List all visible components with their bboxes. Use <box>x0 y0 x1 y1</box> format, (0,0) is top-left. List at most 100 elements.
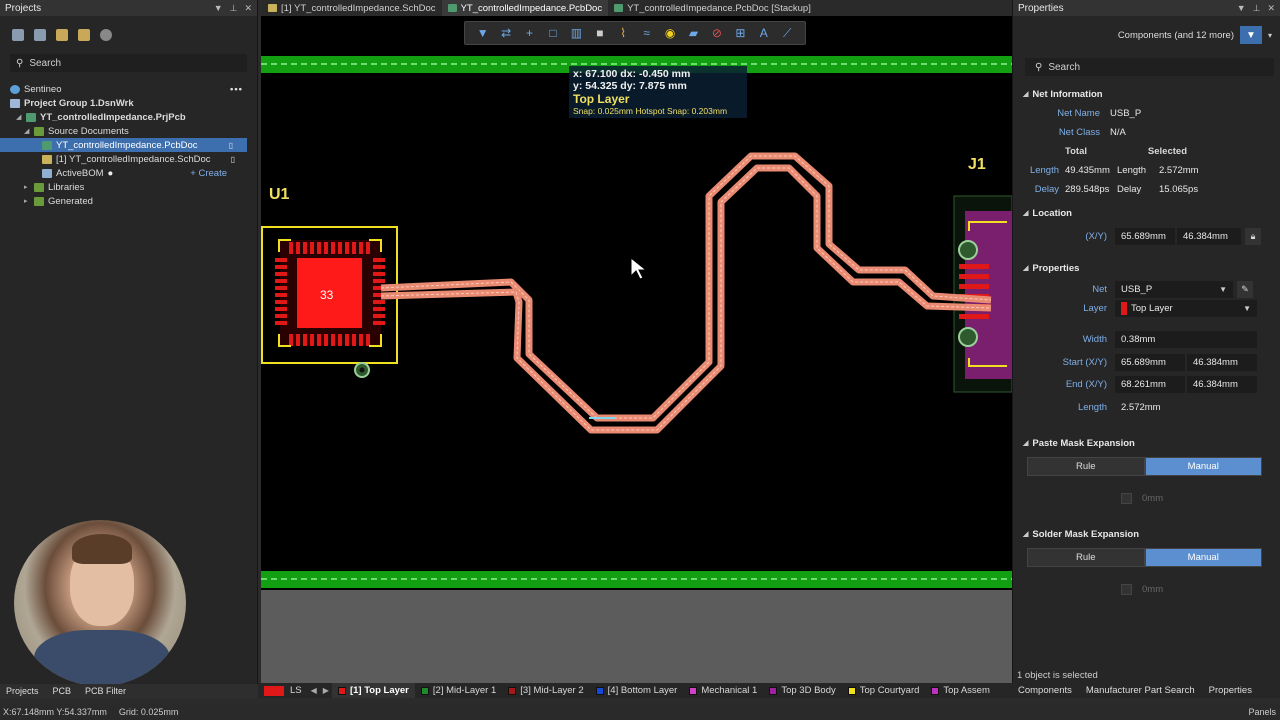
tab-pcb-filter[interactable]: PCB Filter <box>85 686 126 696</box>
net-dropdown[interactable]: USB_P ▼ <box>1115 281 1233 298</box>
layer-set-button[interactable]: LS <box>284 683 308 698</box>
tree-item-schdoc[interactable]: [1] YT_controlledImpedance.SchDoc ▯ <box>0 152 257 166</box>
layer-tab-mechanical1[interactable]: Mechanical 1 <box>683 683 763 698</box>
solder-mask-rule-button[interactable]: Rule <box>1027 548 1145 567</box>
save-all-icon[interactable] <box>34 29 46 41</box>
layer-tab-mid2[interactable]: [3] Mid-Layer 2 <box>502 683 589 698</box>
layer-tab-bottom[interactable]: [4] Bottom Layer <box>590 683 684 698</box>
close-icon[interactable]: ✕ <box>1267 3 1275 14</box>
location-xy-row: (X/Y) 65.689mm 46.384mm 🔒︎ <box>1013 227 1280 246</box>
layer-tab-top[interactable]: [1] Top Layer <box>331 683 415 698</box>
line-icon[interactable]: ⟋ <box>779 26 795 41</box>
section-location[interactable]: ◢ Location <box>1013 205 1280 221</box>
tree-item-libraries[interactable]: ▸ Libraries <box>0 180 257 194</box>
diff-pair-icon[interactable]: ≈ <box>639 26 655 40</box>
tree-item-activebom[interactable]: ActiveBOM ● + Create <box>0 166 257 180</box>
filter-icon[interactable]: ▼ <box>475 26 491 40</box>
mouse-cursor-icon <box>630 256 648 280</box>
location-y-input[interactable]: 46.384mm <box>1177 228 1241 245</box>
panel-menu-icon[interactable]: ▼ <box>1237 3 1246 14</box>
interactive-routing-icon[interactable]: ⌇ <box>615 26 631 40</box>
keepout-icon[interactable]: ⊘ <box>709 26 725 40</box>
crosshair-icon[interactable]: + <box>522 26 538 40</box>
route-icon[interactable]: ⇄ <box>498 26 514 40</box>
close-icon[interactable]: ✕ <box>244 3 252 14</box>
collapse-arrow-icon[interactable]: ▸ <box>24 183 32 191</box>
filter-button[interactable]: ▼ <box>1239 26 1262 44</box>
paste-mask-value[interactable]: 0mm <box>1142 493 1163 504</box>
select-rect-icon[interactable]: □ <box>545 26 561 40</box>
collapse-arrow-icon[interactable]: ▸ <box>24 197 32 205</box>
open-folder-icon[interactable] <box>56 29 68 41</box>
tree-item-label: Libraries <box>48 181 85 193</box>
start-x-input[interactable]: 65.689mm <box>1115 354 1185 371</box>
tab-pcb[interactable]: PCB <box>53 686 72 696</box>
tab-components[interactable]: Components <box>1018 685 1072 696</box>
create-link[interactable]: + Create <box>190 168 227 179</box>
tree-item-generated[interactable]: ▸ Generated <box>0 194 257 208</box>
pin-icon[interactable]: ⊥ <box>230 3 238 14</box>
solder-mask-value[interactable]: 0mm <box>1142 584 1163 595</box>
net-name-value: USB_P <box>1110 108 1142 119</box>
tree-item-project-group[interactable]: Project Group 1.DsnWrk <box>0 96 257 110</box>
layer-dropdown[interactable]: Top Layer ▼ <box>1115 300 1257 317</box>
filter-dropdown-icon[interactable]: ▾ <box>1268 31 1272 40</box>
tree-item-source-documents[interactable]: ◢ Source Documents <box>0 124 257 138</box>
expand-arrow-icon[interactable]: ◢ <box>24 127 32 135</box>
section-net-information[interactable]: ◢ Net Information <box>1013 86 1280 102</box>
tree-item-pcb-project[interactable]: ◢ YT_controlledImpedance.PrjPcb <box>0 110 257 124</box>
layer-prev-icon[interactable]: ◀ <box>308 686 320 695</box>
solder-mask-value-row: 0mm <box>1013 579 1280 599</box>
paste-mask-rule-button[interactable]: Rule <box>1027 457 1145 476</box>
section-title: Net Information <box>1032 88 1103 100</box>
more-options-icon[interactable]: ••• <box>230 84 243 95</box>
end-y-input[interactable]: 46.384mm <box>1187 376 1257 393</box>
section-paste-mask[interactable]: ◢ Paste Mask Expansion <box>1013 435 1280 451</box>
via-place-icon[interactable]: ◉ <box>662 26 678 40</box>
pcb-canvas[interactable]: U1 J1 33 ▼ ⇄ + □ ▥ ■ ⌇ ≈ ◉ ▰ ⊘ ⊞ A ⟋ x: … <box>261 16 1012 683</box>
dimension-icon[interactable]: ⊞ <box>732 26 748 40</box>
solder-mask-manual-button[interactable]: Manual <box>1144 548 1262 567</box>
width-input[interactable]: 0.38mm <box>1115 331 1257 348</box>
section-properties[interactable]: ◢ Properties <box>1013 260 1280 276</box>
bom-icon <box>42 168 52 178</box>
start-y-input[interactable]: 46.384mm <box>1187 354 1257 371</box>
designator-j1: J1 <box>968 156 986 173</box>
tab-stackup[interactable]: YT_controlledImpedance.PcbDoc [Stackup] <box>608 0 817 16</box>
layer-swatch <box>689 686 698 695</box>
layer-tab-mid1[interactable]: [2] Mid-Layer 1 <box>415 683 502 698</box>
pin-icon[interactable]: ⊥ <box>1253 3 1261 14</box>
paste-mask-manual-button[interactable]: Manual <box>1144 457 1262 476</box>
folder-settings-icon[interactable] <box>78 29 90 41</box>
location-x-input[interactable]: 65.689mm <box>1115 228 1175 245</box>
layer-tab-courtyard[interactable]: Top Courtyard <box>842 683 926 698</box>
layer-tab-assembly[interactable]: Top Assem <box>925 683 995 698</box>
tab-pcbdoc[interactable]: YT_controlledImpedance.PcbDoc <box>441 0 609 16</box>
layer-next-icon[interactable]: ▶ <box>320 686 332 695</box>
edit-pencil-icon[interactable]: ✎ <box>1237 281 1253 298</box>
paste-mask-checkbox[interactable] <box>1121 492 1132 504</box>
gear-icon[interactable] <box>100 29 112 41</box>
tree-item-sentineo[interactable]: Sentineo ••• <box>0 82 257 96</box>
polygon-icon[interactable]: ▰ <box>686 26 702 40</box>
panels-button[interactable]: Panels <box>1248 707 1280 717</box>
tab-manufacturer-part-search[interactable]: Manufacturer Part Search <box>1086 685 1195 696</box>
lock-icon[interactable]: 🔒︎ <box>1245 228 1261 245</box>
text-icon[interactable]: A <box>756 26 772 40</box>
projects-search-input[interactable]: ⚲ Search <box>10 54 247 72</box>
layer-tab-top3d[interactable]: Top 3D Body <box>763 683 841 698</box>
component-icon[interactable]: ■ <box>592 26 608 40</box>
tree-item-pcbdoc[interactable]: YT_controlledImpedance.PcbDoc ▯ <box>0 138 247 152</box>
layer-tab-label: [1] Top Layer <box>349 685 409 696</box>
end-x-input[interactable]: 68.261mm <box>1115 376 1185 393</box>
properties-search-input[interactable]: ⚲ Search <box>1025 58 1274 76</box>
save-icon[interactable] <box>12 29 24 41</box>
section-solder-mask[interactable]: ◢ Solder Mask Expansion <box>1013 526 1280 542</box>
align-icon[interactable]: ▥ <box>568 26 584 40</box>
solder-mask-checkbox[interactable] <box>1121 583 1132 595</box>
panel-menu-icon[interactable]: ▼ <box>214 3 223 14</box>
tab-properties[interactable]: Properties <box>1209 685 1252 696</box>
tab-schdoc[interactable]: [1] YT_controlledImpedance.SchDoc <box>262 0 442 16</box>
expand-arrow-icon[interactable]: ◢ <box>16 113 24 121</box>
tab-projects[interactable]: Projects <box>6 686 39 696</box>
